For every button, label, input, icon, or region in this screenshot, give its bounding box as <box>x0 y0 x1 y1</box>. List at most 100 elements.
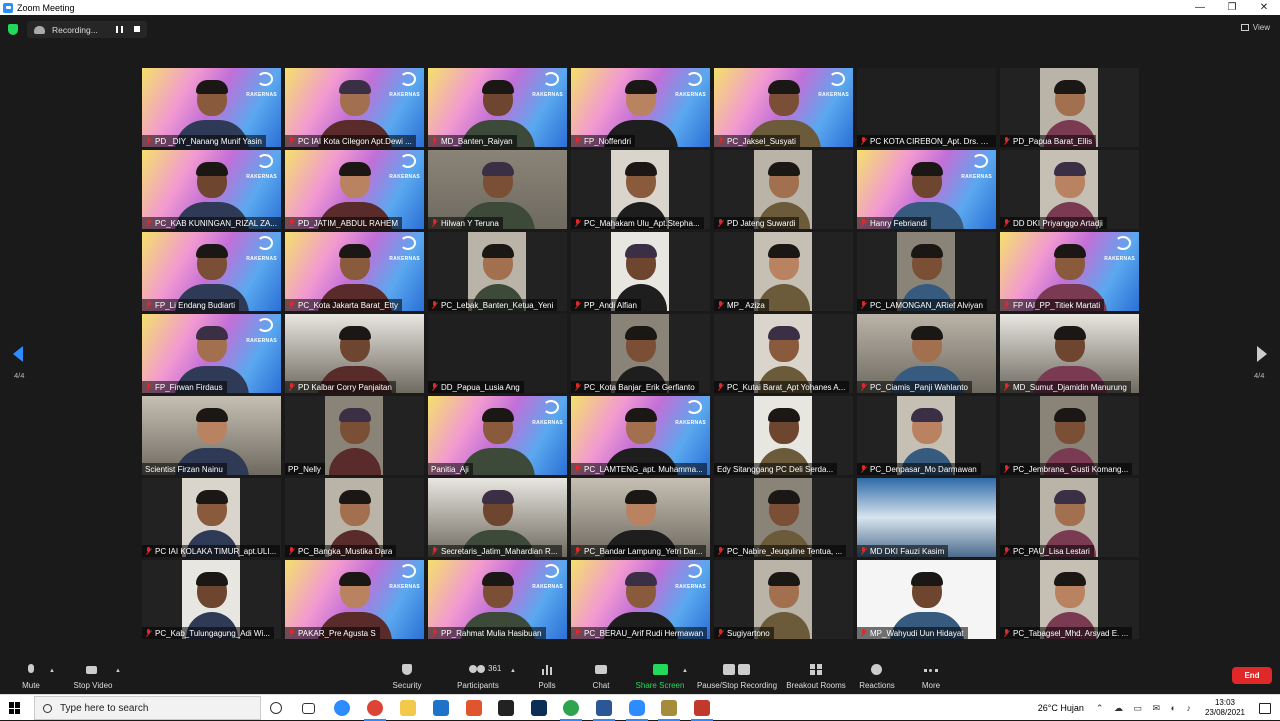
share-screen-button[interactable]: Share Screen <box>634 660 686 694</box>
share-options-chevron-icon[interactable]: ▲ <box>682 668 688 674</box>
participant-tile[interactable]: RAKERNAS PC_Kota Jakarta Barat_Etty <box>285 232 424 311</box>
participant-tile[interactable]: PC_Kutai Barat_Apt Yohanes A... <box>714 314 853 393</box>
participant-tile[interactable]: PC_Kab_Tulungagung_Adi Wi... <box>142 560 281 639</box>
participant-tile[interactable]: Secretaris_Jatim_Mahardian R... <box>428 478 567 557</box>
participant-tile[interactable]: RAKERNAS Hanry Febriandi <box>857 150 996 229</box>
participant-name: PC_Bandar Lampung_Yetri Dar... <box>584 546 703 556</box>
word-icon[interactable] <box>593 700 615 721</box>
participant-tile[interactable]: PD_Papua Barat_Ellis <box>1000 68 1139 147</box>
event-banner-text: RAKERNAS <box>675 92 706 98</box>
office-icon[interactable] <box>466 700 482 716</box>
video-editor-icon[interactable] <box>691 700 713 721</box>
edge-browser-icon[interactable] <box>334 700 350 716</box>
participant-tile[interactable]: RAKERNAS PC IAI Kota Cilegon Apt.Dewi ... <box>285 68 424 147</box>
task-view-icon[interactable] <box>302 703 315 714</box>
participant-tile[interactable]: RAKERNAS PC_KAB KUNINGAN_RIZAL ZA... <box>142 150 281 229</box>
participant-tile[interactable]: Hilwan Y Teruna <box>428 150 567 229</box>
participant-tile[interactable]: PC_Kota Banjar_Erik Gerfianto <box>571 314 710 393</box>
stop-recording-icon[interactable] <box>134 26 140 32</box>
mute-options-chevron-icon[interactable]: ▲ <box>49 668 55 674</box>
participant-tile[interactable]: PC_Lebak_Banten_Ketua_Yeni <box>428 232 567 311</box>
file-explorer-icon[interactable] <box>400 700 416 716</box>
event-banner-text: RAKERNAS <box>389 92 420 98</box>
participant-tile[interactable]: MP_ Aziza <box>714 232 853 311</box>
participant-name: PP_Andi Alfian <box>584 300 637 310</box>
participant-tile[interactable]: RAKERNAS Panitia_Aji <box>428 396 567 475</box>
end-meeting-button[interactable]: End <box>1232 667 1272 684</box>
security-button[interactable]: Security <box>390 660 424 694</box>
participant-tile[interactable]: RAKERNAS PC_Jaksel_Susyati <box>714 68 853 147</box>
participant-tile[interactable]: RAKERNAS FP IAI_PP_Titiek Martati <box>1000 232 1139 311</box>
participants-options-chevron-icon[interactable]: ▲ <box>510 668 516 674</box>
participant-tile[interactable]: PD Kalbar Corry Panjaitan <box>285 314 424 393</box>
cortana-icon[interactable] <box>270 702 282 714</box>
taskbar-clock[interactable]: 13:03 23/08/2021 <box>1205 698 1245 718</box>
chrome-icon[interactable] <box>364 700 386 721</box>
participant-tile[interactable]: Edy Sitanggang PC Deli Serda... <box>714 396 853 475</box>
participant-tile[interactable]: PC_PAU_Lisa Lestari <box>1000 478 1139 557</box>
chat-button[interactable]: Chat <box>586 660 616 694</box>
maximize-button[interactable]: ❐ <box>1216 0 1248 15</box>
next-page-arrow-icon[interactable] <box>1257 346 1267 362</box>
participant-tile[interactable]: PC IAI KOLAKA TIMUR_apt.ULI... <box>142 478 281 557</box>
participant-tile[interactable]: PC_Mahakam Ulu_Apt.Stepha... <box>571 150 710 229</box>
participant-tile[interactable]: Sugiyartono <box>714 560 853 639</box>
participant-tile[interactable]: DD DKI Priyanggo Artadji <box>1000 150 1139 229</box>
participant-tile[interactable]: PC_Tabagsel_Mhd. Arsyad E. ... <box>1000 560 1139 639</box>
participant-tile[interactable]: RAKERNAS PD _DIY_Nanang Munif Yasin <box>142 68 281 147</box>
previous-page-arrow-icon[interactable] <box>13 346 23 362</box>
participant-tile[interactable]: PC_Ciamis_Panji Wahlanto <box>857 314 996 393</box>
encryption-shield-icon[interactable] <box>8 24 18 35</box>
tray-icons[interactable]: ⌃ ☁ ▭ ✉ ◐ ♪ <box>1096 703 1195 714</box>
taskbar-search-box[interactable]: Type here to search <box>34 696 261 720</box>
participant-tile[interactable]: Scientist Firzan Nainu <box>142 396 281 475</box>
view-button[interactable]: View <box>1240 23 1270 32</box>
mute-button[interactable]: Mute <box>18 660 44 694</box>
participant-tile[interactable]: PC_Bandar Lampung_Yetri Dar... <box>571 478 710 557</box>
participant-tile[interactable]: RAKERNAS PAKAR_Pre Agusta S <box>285 560 424 639</box>
windows-start-icon[interactable] <box>9 702 21 714</box>
participant-tile[interactable]: RAKERNAS MD_Banten_Raiyan <box>428 68 567 147</box>
store-icon[interactable] <box>498 700 514 716</box>
pen-tool-icon[interactable] <box>658 700 680 721</box>
participant-tile[interactable]: RAKERNAS PP_Rahmat Mulia Hasibuan <box>428 560 567 639</box>
reactions-button[interactable]: Reactions <box>858 660 896 694</box>
participant-tile[interactable]: PP_Nelly <box>285 396 424 475</box>
participant-tile[interactable]: MP_Wahyudi Uun Hidayat <box>857 560 996 639</box>
participant-tile[interactable]: DD_Papua_Lusia Ang <box>428 314 567 393</box>
participant-tile[interactable]: RAKERNAS PD_JATIM_ABDUL RAHEM <box>285 150 424 229</box>
notification-center-icon[interactable] <box>1259 702 1271 714</box>
participant-tile[interactable]: PD Jateng Suwardi <box>714 150 853 229</box>
participant-name-label: PC_Lebak_Banten_Ketua_Yeni <box>428 299 558 311</box>
weather-widget[interactable]: 26°C Hujan <box>1038 703 1084 713</box>
participant-tile[interactable]: PC KOTA CIREBON_Apt. Drs. S... <box>857 68 996 147</box>
participant-tile[interactable]: RAKERNAS FP_Firwan Firdaus <box>142 314 281 393</box>
participant-tile[interactable]: MD_Sumut_Djamidin Manurung <box>1000 314 1139 393</box>
video-options-chevron-icon[interactable]: ▲ <box>115 668 121 674</box>
polls-button[interactable]: Polls <box>532 660 562 694</box>
zoom-taskbar-icon[interactable] <box>626 700 648 721</box>
minimize-button[interactable]: — <box>1184 0 1216 15</box>
mail-icon[interactable] <box>433 700 449 716</box>
participant-tile[interactable]: MD DKI Fauzi Kasim <box>857 478 996 557</box>
stop-video-button[interactable]: Stop Video <box>70 660 116 694</box>
pause-stop-recording-button[interactable]: Pause/Stop Recording <box>697 660 777 694</box>
photoshop-icon[interactable] <box>531 700 547 716</box>
participant-tile[interactable]: RAKERNAS PC_LAMTENG_apt. Muhamma... <box>571 396 710 475</box>
participant-tile[interactable]: PC_LAMONGAN_ARief Alviyan <box>857 232 996 311</box>
participant-name: PC_KAB KUNINGAN_RIZAL ZA... <box>155 218 277 228</box>
participant-tile[interactable]: PC_Bangka_Mustika Dara <box>285 478 424 557</box>
chrome-profile-icon[interactable] <box>560 700 582 721</box>
participant-tile[interactable]: RAKERNAS PC_BERAU_Arif Rudi Hermawan <box>571 560 710 639</box>
participant-tile[interactable]: RAKERNAS FP_Li Endang Budiarti <box>142 232 281 311</box>
participant-tile[interactable]: PC_Denpasar_Mo Darmawan <box>857 396 996 475</box>
participant-tile[interactable]: PC_Jembrana_ Gusti Komang... <box>1000 396 1139 475</box>
pause-recording-icon[interactable] <box>116 26 123 33</box>
close-button[interactable]: ✕ <box>1248 0 1280 15</box>
participant-tile[interactable]: PP_Andi Alfian <box>571 232 710 311</box>
more-button[interactable]: More <box>916 660 946 694</box>
participant-tile[interactable]: PC_Nabire_Jeuquline Tentua, ... <box>714 478 853 557</box>
participant-hair <box>338 572 371 586</box>
participant-tile[interactable]: RAKERNAS FP_Noffendri <box>571 68 710 147</box>
breakout-rooms-button[interactable]: Breakout Rooms <box>786 660 846 694</box>
